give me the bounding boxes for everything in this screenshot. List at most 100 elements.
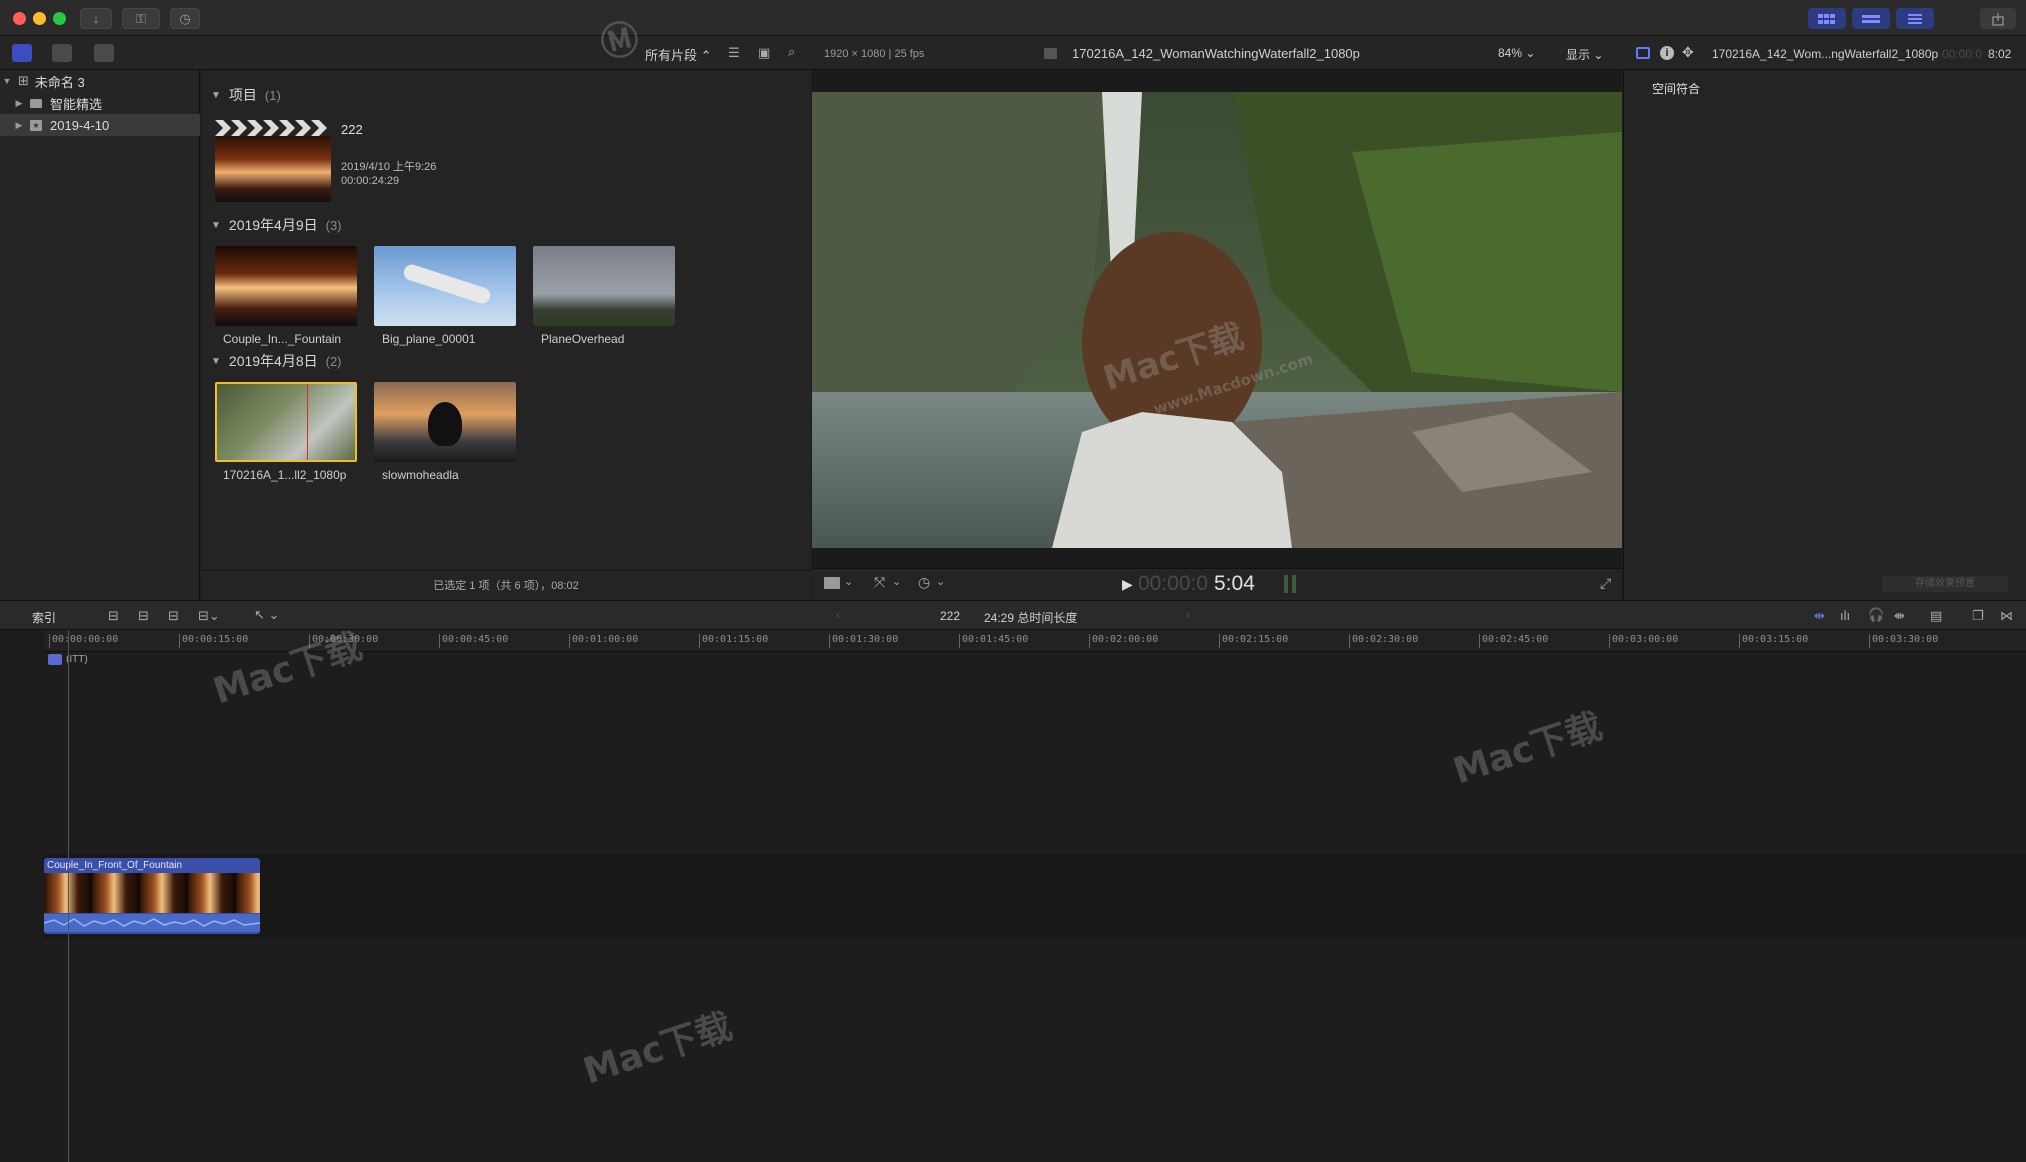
group-header-apr8[interactable]: ▼ 2019年4月8日 (2) [211,351,342,371]
show-browser-button[interactable] [1808,8,1846,29]
event-item[interactable]: ▶ ★ 2019-4-10 [0,114,200,136]
list-view-icon[interactable]: ☰ [728,45,740,61]
clip-thumbnail[interactable] [374,246,516,326]
keywords-button[interactable]: ⚿ [122,8,160,29]
viewer-format-info: 1920 × 1080 | 25 fps [824,48,925,60]
overwrite-clip-icon[interactable]: ⊟⌄ [198,608,220,624]
disclosure-open-icon[interactable]: ▼ [211,356,221,367]
clip-thumbnail[interactable] [374,382,516,462]
clip-filter-dropdown[interactable]: 所有片段 ⌃ [645,45,712,64]
ruler-tick: 00:00:15:00 [178,634,249,648]
photos-audio-icon[interactable] [52,44,72,62]
snapping-icon[interactable]: ⇼ [1894,608,1905,624]
zoom-window-button[interactable] [53,12,66,25]
video-inspector-icon[interactable] [1636,47,1650,59]
background-tasks-button[interactable]: ◷ [170,8,200,29]
timeline-clip[interactable]: Couple_In_Front_Of_Fountain [44,858,260,934]
retime-speed-icon[interactable]: ◷ [918,574,930,591]
filmstrip-view-icon[interactable]: ▣ [758,45,770,61]
audio-meter-right [1292,575,1296,593]
ruler-tick: 00:03:30:00 [1868,634,1939,648]
disclosure-open-icon[interactable]: ▼ [0,76,14,86]
toolbar-row: 所有片段 ⌃ ☰ ▣ ⌕ 1920 × 1080 | 25 fps 170216… [0,36,2026,70]
titles-generators-icon[interactable] [94,44,114,62]
chevron-down-icon[interactable]: ⌄ [936,575,945,588]
clip-filmstrip [44,873,260,913]
ruler-tick: 00:03:15:00 [1738,634,1809,648]
inspector-clip-title: 170216A_142_Wom...ngWaterfall2_1080p [1712,47,1939,61]
clip-thumbnail-selected[interactable] [215,382,357,462]
disclosure-closed-icon[interactable]: ▶ [12,98,26,109]
zoom-dropdown[interactable]: 84% ⌄ [1498,46,1535,60]
project-name: 222 [341,122,363,137]
libraries-sidebar: ▼ ⊞ 未命名 3 ▶ 智能精选 ▶ ★ 2019-4-10 [0,70,200,600]
transform-tool-icon[interactable]: ⤧ [874,574,885,591]
libraries-icon[interactable] [12,44,32,62]
timeline-project-name: 222 [940,609,961,623]
disclosure-closed-icon[interactable]: ▶ [12,120,26,131]
head-silhouette [428,402,462,446]
ruler-tick: 00:02:00:00 [1088,634,1159,648]
chevron-down-icon[interactable]: ⌄ [892,575,901,588]
ruler-tick: 00:01:45:00 [958,634,1029,648]
headphones-icon[interactable]: 🎧 [1868,607,1884,623]
info-inspector-icon[interactable]: i [1660,46,1674,60]
timeline-body[interactable]: (ITT) Couple_In_Front_Of_Fountain [44,652,2026,1162]
timeline-playhead[interactable] [68,630,69,1162]
fullscreen-icon[interactable]: ⤢ [1600,575,1611,592]
folder-icon [30,98,42,108]
clip-browser: ▼ 项目 (1) 222 2019/4/10 上午9:26 00:00:24:2… [201,70,811,600]
close-window-button[interactable] [13,12,26,25]
airplane-shape [401,262,493,306]
timeline-toolbar: 索引 ⊟ ⊟ ⊟ ⊟⌄ ↖ ⌄ ‹ 222 24:29 总时间长度 › ⇹ ıl… [0,600,2026,630]
show-timeline-button[interactable] [1852,8,1890,29]
effects-browser-icon[interactable]: ❐ [1972,608,1984,624]
caption-role-marker-icon[interactable] [48,654,62,665]
timeline-index-button[interactable]: 索引 [32,609,56,626]
search-icon[interactable]: ⌕ [788,44,795,60]
timeline-total-length: 24:29 总时间长度 [984,611,1078,625]
transitions-browser-icon[interactable]: ⋈ [2000,608,2013,624]
ruler-tick: 00:03:00:00 [1608,634,1679,648]
disclosure-open-icon[interactable]: ▼ [211,90,221,101]
group-header-projects[interactable]: ▼ 项目 (1) [211,85,281,105]
ruler-tick: 00:02:30:00 [1348,634,1419,648]
previous-project-icon[interactable]: ‹ [836,608,840,622]
smart-collections-item[interactable]: ▶ 智能精选 [0,92,200,114]
viewer-clip-title: 170216A_142_WomanWatchingWaterfall2_1080… [1072,46,1360,61]
clip-thumbnail[interactable] [533,246,675,326]
group-header-apr9[interactable]: ▼ 2019年4月9日 (3) [211,215,342,235]
select-tool-icon[interactable]: ↖ ⌄ [254,607,279,623]
import-button[interactable]: ↓ [80,8,112,29]
show-inspector-button[interactable] [1896,8,1934,29]
timecode-display[interactable]: 5:04 [1214,572,1255,596]
minimize-window-button[interactable] [33,12,46,25]
insert-clip-icon[interactable]: ⊟ [138,608,149,624]
disclosure-open-icon[interactable]: ▼ [211,220,221,231]
audio-skimming-icon[interactable]: ılı [1840,608,1850,623]
viewer-frame[interactable] [812,92,1622,548]
project-thumbnail[interactable] [215,136,331,202]
ruler-tick: 00:01:15:00 [698,634,769,648]
ruler-tick: 00:01:30:00 [828,634,899,648]
save-effects-preset-button[interactable]: 存储效果预置 [1882,576,2008,592]
smart-collections-label: 智能精选 [50,96,103,112]
clip-appearance-icon[interactable]: ▤ [1930,608,1942,624]
append-clip-icon[interactable]: ⊟ [168,608,179,624]
chevron-down-icon[interactable]: ⌄ [844,575,853,588]
play-icon[interactable]: ▶ [1122,576,1133,593]
timeline-ruler[interactable]: 00:00:00:00 00:00:15:00 00:00:30:00 00:0… [44,630,2026,652]
view-options-dropdown[interactable]: 显示 ⌄ [1566,46,1603,63]
browser-layout-icon [1818,13,1835,24]
skimming-icon[interactable]: ⇹ [1814,608,1825,624]
clip-thumbnail[interactable] [215,246,357,326]
share-button[interactable] [1980,8,2016,29]
ruler-tick: 00:00:45:00 [438,634,509,648]
connect-clip-icon[interactable]: ⊟ [108,608,119,624]
next-project-icon[interactable]: › [1186,608,1190,622]
title-bar: ↓ ⚿ ◷ [0,0,2026,36]
transform-inspector-icon[interactable]: ✥ [1682,44,1694,61]
view-mode-icon[interactable] [824,577,840,589]
ruler-tick: 00:00:00:00 [48,634,119,648]
library-item[interactable]: ▼ ⊞ 未命名 3 [0,70,200,92]
